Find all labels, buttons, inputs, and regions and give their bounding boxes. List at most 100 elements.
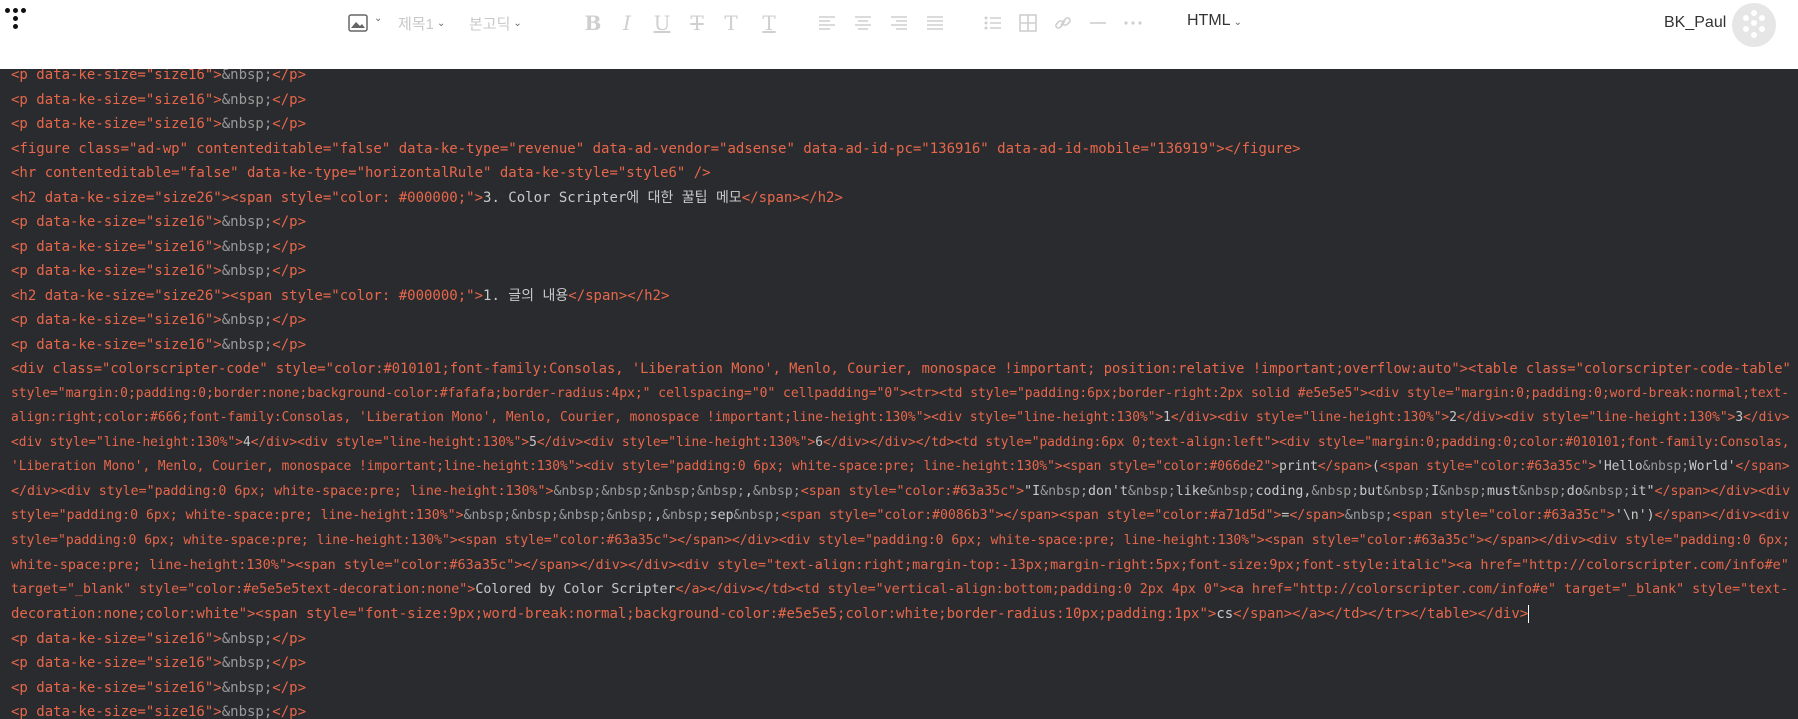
text-background-icon[interactable]: T (758, 11, 780, 35)
code-line[interactable]: style="margin:0;padding:0;border:none;ba… (11, 382, 1789, 407)
code-token: <div class="colorscripter-code" style="c… (11, 361, 1791, 377)
code-token: &nbsp; (1642, 459, 1690, 474)
code-line[interactable]: <p data-ke-size="size16">&nbsp;</p> (11, 69, 306, 88)
code-line[interactable]: <p data-ke-size="size16">&nbsp;</p> (11, 235, 306, 260)
code-line[interactable]: style="padding:0 6px; white-space:pre; l… (11, 529, 1790, 554)
app-logo-icon[interactable] (5, 6, 39, 40)
code-token: <span style="color:#63a35c"> (1392, 508, 1615, 523)
align-justify-icon[interactable] (924, 12, 946, 34)
code-token: '\n') (1614, 508, 1655, 523)
code-line[interactable]: <p data-ke-size="size16">&nbsp;</p> (11, 308, 306, 333)
link-icon[interactable] (1052, 12, 1074, 34)
code-token: <p data-ke-size="size16"> (11, 630, 222, 647)
code-token: </span> (1289, 508, 1345, 523)
code-token: </div><div style="padding:0 6px; white-s… (11, 483, 554, 499)
strikethrough-icon[interactable]: T (686, 11, 708, 35)
code-token: &nbsp; (752, 483, 801, 499)
code-token: </p> (272, 655, 307, 671)
code-token: &nbsp; (1518, 483, 1567, 499)
code-token: <p data-ke-size="size16"> (11, 655, 222, 671)
code-token: 2 (1449, 410, 1457, 425)
code-token: </p> (272, 116, 307, 132)
code-token: &nbsp;&nbsp;&nbsp;&nbsp; (463, 508, 655, 523)
image-dropdown-caret[interactable]: ⌄ (374, 13, 382, 24)
table-icon[interactable] (1017, 12, 1039, 34)
code-line[interactable]: decoration:none;color:white"><span style… (11, 602, 1530, 627)
code-line[interactable]: <p data-ke-size="size16">&nbsp;</p> (11, 112, 306, 137)
image-insert-icon[interactable] (347, 12, 369, 34)
code-token: like (1175, 483, 1208, 499)
code-token: I (1431, 483, 1440, 499)
code-line[interactable]: <div style="line-height:130%">4</div><di… (11, 431, 1790, 456)
code-token: &nbsp; (1311, 483, 1360, 499)
code-line[interactable]: <div class="colorscripter-code" style="c… (11, 357, 1791, 382)
code-line[interactable]: align:right;color:#666;font-family:Conso… (11, 406, 1790, 431)
code-token: <p data-ke-size="size16"> (11, 263, 222, 279)
html-source-editor[interactable]: <p data-ke-size="size16">&nbsp;</p> <p da… (0, 69, 1798, 719)
more-icon[interactable] (1122, 12, 1144, 34)
code-token: <h2 data-ke-size="size26"><span style="c… (11, 287, 484, 304)
bold-icon[interactable]: B (582, 11, 604, 35)
code-token: <h2 data-ke-size="size26"><span style="c… (11, 189, 484, 206)
align-center-icon[interactable] (852, 12, 874, 34)
code-line[interactable]: 'Liberation Mono', Menlo, Courier, monos… (11, 455, 1790, 480)
font-select-label: 본고딕 (469, 15, 511, 33)
text-color-icon[interactable]: T (720, 11, 742, 35)
italic-icon[interactable]: I (616, 11, 638, 35)
code-token: , (654, 508, 663, 523)
code-token: </p> (272, 69, 307, 83)
code-line[interactable]: style="padding:0 6px; white-space:pre; l… (11, 504, 1790, 529)
heading-select[interactable]: 제목1 ⌄ (398, 0, 445, 46)
code-token: </a></div></td><td style="vertical-align… (675, 581, 1789, 597)
code-line[interactable]: <p data-ke-size="size16">&nbsp;</p> (11, 627, 306, 652)
code-line[interactable]: white-space:pre; line-height:130%"><span… (11, 553, 1789, 578)
editor-mode-label: HTML (1187, 12, 1231, 29)
code-token: &nbsp; (1127, 483, 1176, 499)
code-line[interactable]: <p data-ke-size="size16">&nbsp;</p> (11, 210, 306, 235)
code-token: 1 (1163, 410, 1171, 425)
code-line[interactable]: <p data-ke-size="size16">&nbsp;</p> (11, 700, 306, 719)
code-line[interactable]: <h2 data-ke-size="size26"><span style="c… (11, 284, 669, 309)
code-line[interactable]: </div><div style="padding:0 6px; white-s… (11, 480, 1790, 505)
code-line[interactable]: <p data-ke-size="size16">&nbsp;</p> (11, 676, 306, 701)
code-token: World' (1689, 459, 1736, 474)
code-token: sep (709, 508, 734, 523)
code-line[interactable]: <p data-ke-size="size16">&nbsp;</p> (11, 259, 306, 284)
code-token: &nbsp; (1383, 483, 1432, 499)
code-token: 3 (1735, 410, 1744, 425)
code-line[interactable]: <hr contenteditable="false" data-ke-type… (11, 161, 711, 186)
horizontal-rule-icon[interactable] (1087, 12, 1109, 34)
user-name[interactable]: BK_Paul (1664, 14, 1726, 32)
code-token: <p data-ke-size="size16"> (11, 214, 222, 230)
code-token: <p data-ke-size="size16"> (11, 679, 222, 696)
code-token: 6 (815, 434, 823, 450)
code-line[interactable]: <h2 data-ke-size="size26"><span style="c… (11, 186, 843, 211)
code-token: cs (1216, 606, 1234, 622)
code-token: &nbsp; (1582, 483, 1631, 499)
editor-mode-select[interactable]: HTML ⌄ (1187, 12, 1242, 30)
code-token: </span> (1735, 459, 1790, 474)
code-token: </p> (272, 312, 307, 328)
code-token: </p> (272, 679, 307, 696)
code-token: &nbsp; (221, 704, 273, 719)
code-token: align:right;color:#666;font-family:Conso… (11, 410, 1164, 425)
align-right-icon[interactable] (888, 12, 910, 34)
code-line[interactable]: <p data-ke-size="size16">&nbsp;</p> (11, 88, 306, 113)
code-token: <figure class="ad-wp" contenteditable="f… (11, 140, 1301, 157)
code-line[interactable]: <p data-ke-size="size16">&nbsp;</p> (11, 651, 306, 676)
code-token: </p> (272, 91, 307, 108)
code-token: </p> (272, 630, 307, 647)
font-select[interactable]: 본고딕 ⌄ (469, 0, 522, 46)
list-icon[interactable] (982, 12, 1004, 34)
avatar[interactable] (1732, 3, 1776, 47)
code-token: </p> (272, 704, 307, 719)
code-token: </span></div><div (1654, 508, 1790, 523)
align-left-icon[interactable] (816, 12, 838, 34)
code-line[interactable]: <p data-ke-size="size16">&nbsp;</p> (11, 333, 306, 358)
code-line[interactable]: target="_blank" style="color:#e5e5e5text… (11, 578, 1788, 603)
underline-icon[interactable]: U (651, 11, 673, 35)
code-line[interactable]: <figure class="ad-wp" contenteditable="f… (11, 137, 1301, 162)
code-token: don't (1087, 483, 1128, 499)
code-token: <p data-ke-size="size16"> (11, 704, 222, 719)
code-token: do (1566, 483, 1583, 499)
